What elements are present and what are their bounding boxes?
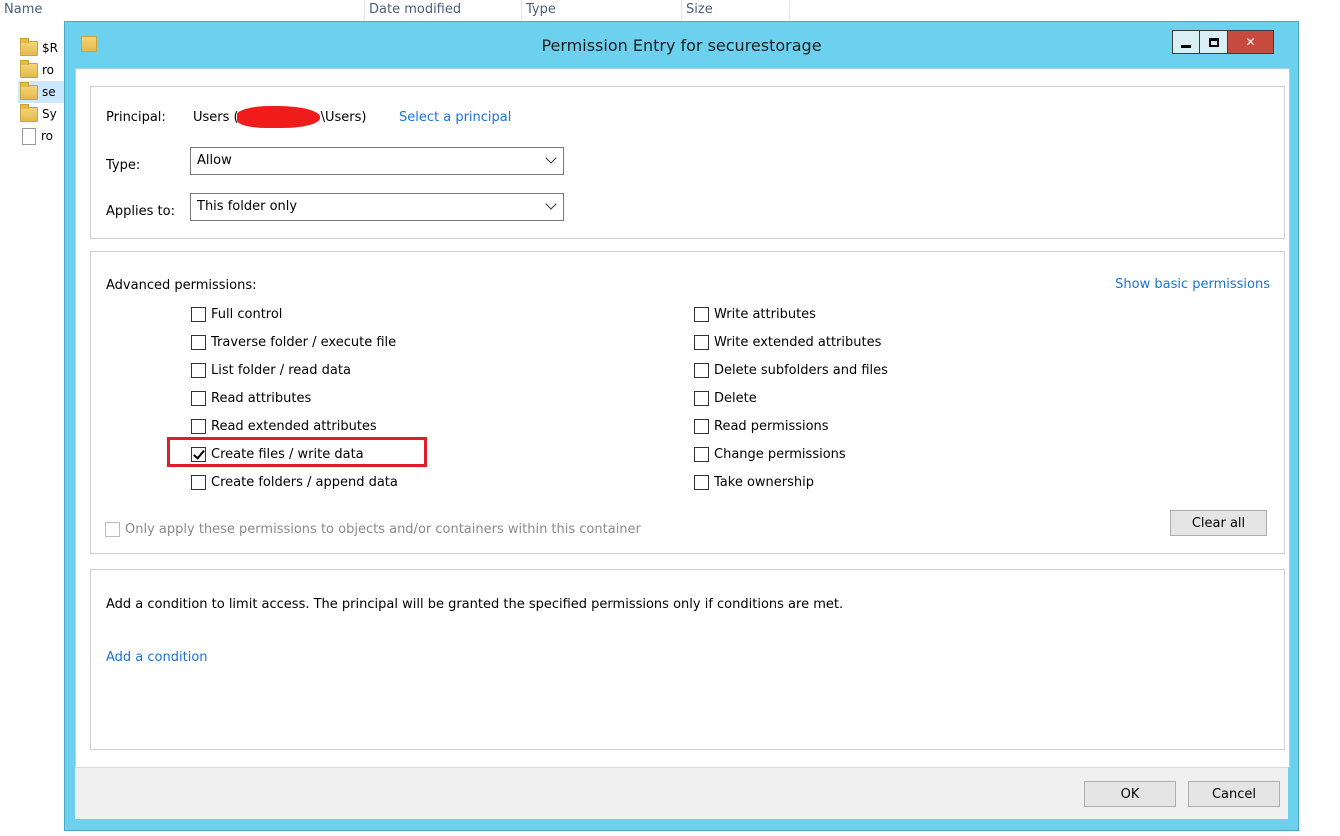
checkbox-box xyxy=(694,307,709,322)
clear-all-button[interactable]: Clear all xyxy=(1170,510,1267,536)
checkbox-box xyxy=(694,447,709,462)
dialog-footer: OK Cancel xyxy=(75,767,1288,819)
permission-label: List folder / read data xyxy=(211,363,351,378)
permission-checkbox[interactable]: Traverse folder / execute file xyxy=(191,335,396,350)
checkbox-box xyxy=(191,335,206,350)
ok-button[interactable]: OK xyxy=(1084,781,1176,807)
checkbox-box xyxy=(191,363,206,378)
file-icon xyxy=(22,127,36,145)
only-apply-checkbox[interactable]: Only apply these permissions to objects … xyxy=(105,522,641,537)
permission-checkbox[interactable]: Change permissions xyxy=(694,447,846,462)
checkbox-box xyxy=(191,391,206,406)
advanced-permissions-label: Advanced permissions: xyxy=(106,278,257,293)
close-button[interactable]: ✕ xyxy=(1228,30,1274,54)
permission-checkbox[interactable]: Delete xyxy=(694,391,757,406)
chevron-down-icon xyxy=(545,152,557,164)
permission-checkbox[interactable]: Write extended attributes xyxy=(694,335,881,350)
checkbox-box xyxy=(191,419,206,434)
highlight-box xyxy=(167,437,427,467)
advanced-permissions-group: Advanced permissions: Show basic permiss… xyxy=(90,251,1285,554)
folder-icon xyxy=(20,81,38,100)
select-principal-link[interactable]: Select a principal xyxy=(399,110,511,125)
type-select[interactable]: Allow xyxy=(190,147,564,175)
principal-group: Principal: Users (\Users) Select a princ… xyxy=(90,86,1285,239)
checkbox-box xyxy=(694,419,709,434)
condition-description: Add a condition to limit access. The pri… xyxy=(106,597,844,612)
list-item[interactable]: ro xyxy=(20,59,54,81)
list-item[interactable]: ro xyxy=(20,125,53,147)
permission-label: Full control xyxy=(211,307,283,322)
list-item[interactable]: Sy xyxy=(20,103,57,125)
permission-label: Write attributes xyxy=(714,307,816,322)
explorer-column-header: Name Date modified Type Size xyxy=(0,0,1340,22)
permission-checkbox[interactable]: Create folders / append data xyxy=(191,475,398,490)
checkbox-box xyxy=(694,475,709,490)
type-label: Type: xyxy=(106,158,141,173)
folder-icon xyxy=(20,103,38,122)
permission-checkbox[interactable]: List folder / read data xyxy=(191,363,351,378)
column-date-modified[interactable]: Date modified xyxy=(365,0,522,22)
permission-label: Delete subfolders and files xyxy=(714,363,888,378)
show-basic-permissions-link[interactable]: Show basic permissions xyxy=(1115,277,1270,292)
column-type[interactable]: Type xyxy=(522,0,682,22)
close-icon: ✕ xyxy=(1245,35,1256,49)
title-bar[interactable]: Permission Entry for securestorage ✕ xyxy=(65,22,1298,68)
redaction-mark xyxy=(237,106,320,128)
permission-label: Write extended attributes xyxy=(714,335,882,350)
permission-label: Read attributes xyxy=(211,391,312,406)
applies-to-select[interactable]: This folder only xyxy=(190,193,564,221)
permission-label: Create folders / append data xyxy=(211,475,398,490)
minimize-button[interactable] xyxy=(1172,30,1200,54)
window-controls: ✕ xyxy=(1172,30,1274,54)
checkbox-box xyxy=(694,335,709,350)
permission-label: Delete xyxy=(714,391,757,406)
permission-checkbox[interactable]: Full control xyxy=(191,307,282,322)
add-condition-link[interactable]: Add a condition xyxy=(106,650,208,665)
permission-checkbox[interactable]: Take ownership xyxy=(694,475,814,490)
folder-icon xyxy=(20,37,38,56)
permission-checkbox[interactable]: Read extended attributes xyxy=(191,419,377,434)
checkbox-box xyxy=(191,475,206,490)
permission-checkbox[interactable]: Read attributes xyxy=(191,391,311,406)
minimize-icon xyxy=(1181,44,1191,48)
list-item[interactable]: se xyxy=(18,81,64,103)
permission-label: Change permissions xyxy=(714,447,846,462)
chevron-down-icon xyxy=(545,198,557,210)
column-size[interactable]: Size xyxy=(682,0,790,22)
cancel-button[interactable]: Cancel xyxy=(1188,781,1280,807)
permission-label: Read extended attributes xyxy=(211,419,377,434)
permission-label: Traverse folder / execute file xyxy=(211,335,397,350)
permission-label: Read permissions xyxy=(714,419,829,434)
permission-checkbox[interactable]: Delete subfolders and files xyxy=(694,363,888,378)
dialog-title: Permission Entry for securestorage xyxy=(541,36,822,55)
permission-checkbox[interactable]: Read permissions xyxy=(694,419,829,434)
permission-label: Take ownership xyxy=(714,475,814,490)
checkbox-box xyxy=(105,522,120,537)
column-name[interactable]: Name xyxy=(0,0,365,22)
folder-icon xyxy=(20,59,38,78)
applies-to-label: Applies to: xyxy=(106,204,175,219)
list-item[interactable]: $R xyxy=(20,37,58,59)
dialog-content: Principal: Users (\Users) Select a princ… xyxy=(75,68,1290,768)
permission-checkbox[interactable]: Write attributes xyxy=(694,307,816,322)
checkbox-box xyxy=(191,307,206,322)
maximize-icon xyxy=(1208,37,1219,47)
checkbox-box xyxy=(694,391,709,406)
condition-group: Add a condition to limit access. The pri… xyxy=(90,569,1285,750)
checkbox-box xyxy=(694,363,709,378)
principal-label: Principal: xyxy=(106,110,166,125)
maximize-button[interactable] xyxy=(1200,30,1228,54)
permission-entry-dialog: Permission Entry for securestorage ✕ Pri… xyxy=(65,22,1298,830)
